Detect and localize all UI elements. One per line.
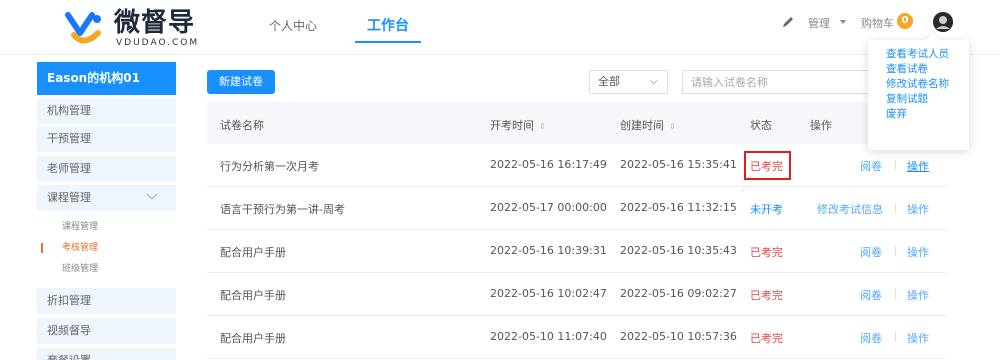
start-time: 2022-05-16 10:02:47 — [490, 287, 607, 300]
column-header-start-time-label: 开考时间 — [490, 119, 534, 132]
grade-link[interactable]: 阅卷 — [860, 244, 882, 260]
dropdown-item-copy-questions[interactable]: 复制试题 — [868, 92, 969, 107]
status-select-value: 全部 — [598, 75, 620, 88]
sidebar-item-courses-label: 课程管理 — [47, 191, 91, 204]
tab-personal-center[interactable]: 个人中心 — [269, 17, 317, 34]
dropdown-item-discard[interactable]: 废弃 — [868, 107, 969, 122]
sidebar-item-org[interactable]: 机构管理 — [37, 98, 176, 124]
paper-name: 行为分析第一次月考 — [220, 160, 319, 173]
action-divider — [895, 203, 896, 213]
paper-name: 语言干预行为第一讲-周考 — [220, 203, 345, 216]
sidebar: Eason的机构01 机构管理 干预管理 老师管理 课程管理 课程管理 考核管理… — [37, 62, 176, 360]
grade-link[interactable]: 阅卷 — [860, 158, 882, 174]
sort-icon[interactable]: ⇕ — [669, 122, 676, 131]
user-avatar[interactable] — [933, 12, 953, 32]
grade-link[interactable]: 阅卷 — [860, 330, 882, 346]
created-time: 2022-05-10 10:57:36 — [620, 330, 737, 343]
table-row: 行为分析第一次月考 2022-05-16 16:17:49 2022-05-16… — [207, 144, 947, 187]
logo-mark-icon — [65, 12, 101, 44]
action-divider — [895, 332, 896, 342]
sidebar-subitem-classes[interactable]: 班级管理 — [37, 262, 176, 276]
sidebar-item-video-supervision[interactable]: 视频督导 — [37, 318, 176, 344]
pencil-icon[interactable] — [780, 14, 796, 30]
column-header-start-time[interactable]: 开考时间 ⇕ — [490, 117, 546, 133]
sidebar-item-discounts[interactable]: 折扣管理 — [37, 288, 176, 314]
operation-link[interactable]: 操作 — [907, 330, 929, 346]
dropdown-item-view-paper[interactable]: 查看试卷 — [868, 62, 969, 77]
table-row: 配合用户手册 2022-05-16 10:02:47 2022-05-16 09… — [207, 273, 947, 316]
table-row: 语言干预行为第一讲-周考 2022-05-17 00:00:00 2022-05… — [207, 187, 947, 230]
chevron-down-icon — [146, 193, 158, 200]
sort-icon[interactable]: ⇕ — [539, 122, 546, 131]
status-select[interactable]: 全部 — [589, 70, 668, 94]
sidebar-item-teachers[interactable]: 老师管理 — [37, 156, 176, 182]
created-time: 2022-05-16 09:02:27 — [620, 287, 737, 300]
chevron-down-icon — [649, 79, 658, 85]
top-header: 微督导 VDUDAO.COM 个人中心 工作台 管理 购物车 0 — [0, 0, 1000, 55]
manage-menu[interactable]: 管理 — [808, 15, 830, 31]
action-divider — [895, 289, 896, 299]
status-badge: 已考完 — [750, 332, 783, 345]
new-paper-button[interactable]: 新建试卷 — [207, 70, 275, 94]
created-time: 2022-05-16 10:35:43 — [620, 244, 737, 257]
edit-exam-info-link[interactable]: 修改考试信息 — [817, 201, 883, 217]
sidebar-item-courses[interactable]: 课程管理 — [37, 185, 176, 211]
column-header-status: 状态 — [750, 119, 772, 132]
created-time: 2022-05-16 11:32:15 — [620, 201, 737, 214]
operation-link[interactable]: 操作 — [907, 158, 929, 174]
table-row: 配合用户手册 2022-05-16 10:39:31 2022-05-16 10… — [207, 230, 947, 273]
paper-name: 配合用户手册 — [220, 289, 286, 302]
paper-name: 配合用户手册 — [220, 332, 286, 345]
paper-name: 配合用户手册 — [220, 246, 286, 259]
column-header-actions: 操作 — [810, 119, 832, 132]
status-badge: 未开考 — [750, 203, 783, 216]
start-time: 2022-05-17 00:00:00 — [490, 201, 607, 214]
sidebar-subitem-assessment[interactable]: 考核管理 — [37, 241, 176, 255]
start-time: 2022-05-16 10:39:31 — [490, 244, 607, 257]
status-badge: 已考完 — [750, 246, 783, 259]
cart-count-badge: 0 — [897, 13, 913, 29]
status-badge: 已考完 — [750, 160, 783, 173]
start-time: 2022-05-10 11:07:40 — [490, 330, 607, 343]
sidebar-item-packages[interactable]: 套餐设置 — [37, 348, 176, 360]
operation-link[interactable]: 操作 — [907, 244, 929, 260]
paper-name-search-input[interactable] — [682, 70, 872, 94]
column-header-name: 试卷名称 — [220, 119, 264, 132]
caret-down-icon — [840, 20, 846, 24]
logo-subtext: VDUDAO.COM — [116, 38, 200, 48]
logo-text: 微督导 — [114, 8, 196, 38]
operation-link[interactable]: 操作 — [907, 201, 929, 217]
column-header-created-time[interactable]: 创建时间 ⇕ — [620, 117, 676, 133]
dropdown-item-view-examinees[interactable]: 查看考试人员 — [868, 47, 969, 62]
action-divider — [895, 160, 896, 170]
avatar-icon — [933, 12, 953, 32]
logo[interactable]: 微督导 VDUDAO.COM — [64, 7, 204, 51]
column-header-created-time-label: 创建时间 — [620, 119, 664, 132]
start-time: 2022-05-16 16:17:49 — [490, 158, 607, 171]
status-badge: 已考完 — [750, 289, 783, 302]
table-row: 配合用户手册 2022-05-10 11:07:40 2022-05-10 10… — [207, 316, 947, 359]
tab-workbench[interactable]: 工作台 — [355, 15, 421, 43]
cart-link[interactable]: 购物车 — [861, 15, 894, 31]
grade-link[interactable]: 阅卷 — [860, 287, 882, 303]
created-time: 2022-05-16 15:35:41 — [620, 158, 737, 171]
operation-link[interactable]: 操作 — [907, 287, 929, 303]
sidebar-item-intervention[interactable]: 干预管理 — [37, 126, 176, 152]
table-header: 试卷名称 开考时间 ⇕ 创建时间 ⇕ 状态 操作 — [207, 102, 947, 144]
dropdown-item-rename-paper[interactable]: 修改试卷名称 — [868, 77, 969, 92]
action-divider — [895, 246, 896, 256]
operation-dropdown-menu: 查看考试人员 查看试卷 修改试卷名称 复制试题 废弃 — [868, 40, 969, 150]
org-name[interactable]: Eason的机构01 — [37, 62, 176, 95]
sidebar-subitem-courses[interactable]: 课程管理 — [37, 220, 176, 234]
